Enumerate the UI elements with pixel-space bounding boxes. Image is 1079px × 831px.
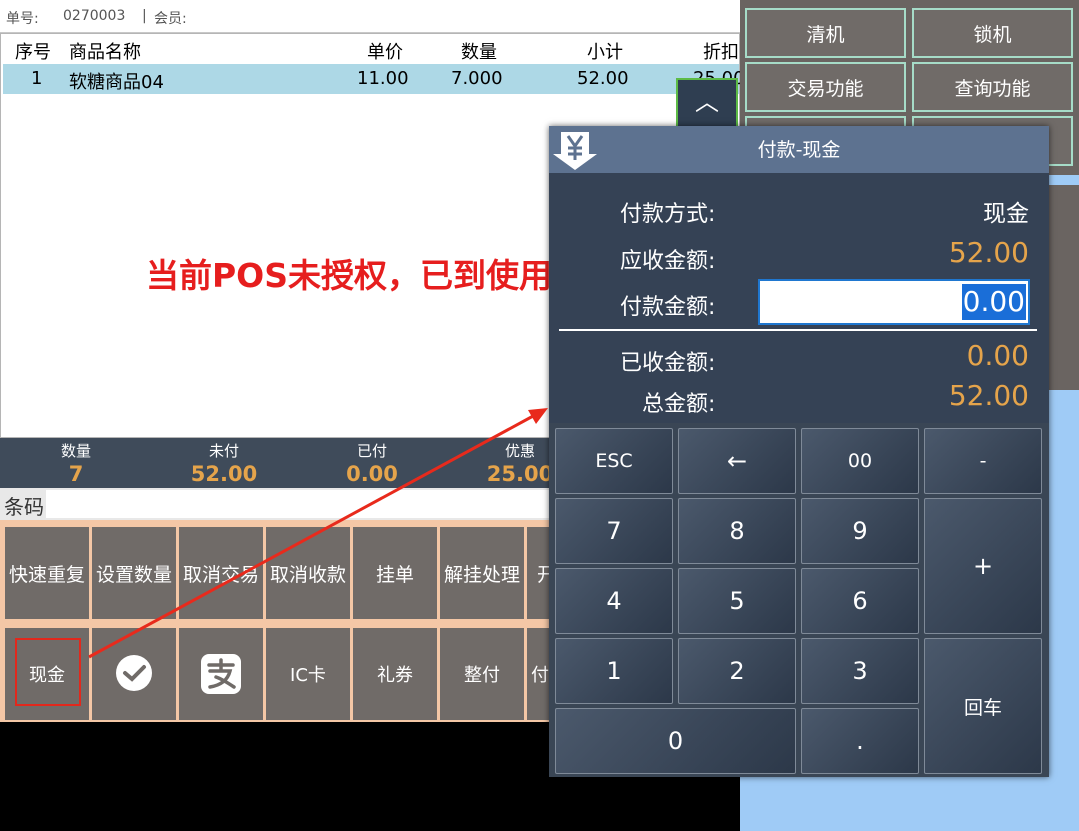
ic-card-button[interactable]: IC卡 [266, 628, 350, 720]
summary-paid: 已付 0.00 [322, 440, 422, 486]
summary-unpaid: 未付 52.00 [174, 440, 274, 486]
col-subtotal: 小计 [587, 42, 623, 63]
key-dot[interactable]: . [801, 708, 919, 774]
quick-repeat-button[interactable]: 快速重复 [5, 527, 89, 619]
key-esc[interactable]: ESC [555, 428, 673, 494]
alipay-icon [201, 654, 241, 694]
barcode-label: 条码 [4, 495, 44, 519]
partial-pay-button[interactable]: 付 [527, 628, 549, 720]
pay-amount-label: 付款金额: [620, 295, 716, 320]
right-side-strip [1048, 185, 1079, 390]
amount-due-value: 52.00 [948, 236, 1029, 269]
cell-name: 软糖商品04 [69, 72, 164, 93]
method-value: 现金 [983, 201, 1029, 227]
key-3[interactable]: 3 [801, 638, 919, 704]
transaction-functions-button[interactable]: 交易功能 [745, 62, 906, 112]
order-no-label: 单号: [6, 11, 39, 27]
order-info-bar: 单号: 0270003 | 会员: [0, 0, 740, 33]
table-header: 序号 商品名称 单价 数量 小计 折扣 [1, 34, 741, 64]
alipay-button[interactable] [179, 628, 263, 720]
cancel-transaction-button[interactable]: 取消交易 [179, 527, 263, 619]
key-6[interactable]: 6 [801, 568, 919, 634]
table-row[interactable]: 1 软糖商品04 11.00 7.000 52.00 25.00 [3, 64, 745, 94]
voucher-button[interactable]: 礼券 [353, 628, 437, 720]
col-price: 单价 [367, 42, 403, 63]
pay-amount-input[interactable]: 0.00 [758, 279, 1030, 325]
summary-paid-value: 0.00 [346, 462, 398, 486]
resume-order-button[interactable]: 解挂处理 [440, 527, 524, 619]
summary-qty: 数量 7 [26, 440, 126, 486]
key-double-zero[interactable]: 00 [801, 428, 919, 494]
license-warning: 当前POS未授权，已到使用 [146, 256, 553, 295]
dialog-divider [559, 329, 1037, 331]
full-pay-button[interactable]: 整付 [440, 628, 524, 720]
dialog-title-bar[interactable]: 付款-现金 [549, 126, 1049, 173]
lock-machine-button[interactable]: 锁机 [912, 8, 1073, 58]
member-label: 会员: [154, 11, 187, 27]
total-label: 总金额: [642, 392, 716, 417]
key-5[interactable]: 5 [678, 568, 796, 634]
summary-unpaid-label: 未付 [208, 442, 239, 460]
cancel-payment-button[interactable]: 取消收款 [266, 527, 350, 619]
dialog-title: 付款-现金 [757, 139, 841, 161]
key-1[interactable]: 1 [555, 638, 673, 704]
col-index: 序号 [15, 42, 51, 63]
summary-unpaid-value: 52.00 [190, 462, 258, 486]
summary-qty-label: 数量 [60, 442, 91, 460]
order-separator: | [142, 8, 147, 24]
hold-order-button[interactable]: 挂单 [353, 527, 437, 619]
numeric-keypad: ESC ← 00 - 7 8 9 + 4 5 6 1 2 3 回车 0 . [549, 423, 1049, 777]
cell-qty: 7.000 [451, 68, 503, 89]
set-quantity-button[interactable]: 设置数量 [92, 527, 176, 619]
key-0[interactable]: 0 [555, 708, 796, 774]
method-label: 付款方式: [620, 202, 716, 227]
clear-machine-button[interactable]: 清机 [745, 8, 906, 58]
scroll-up-button[interactable]: ︿ [676, 78, 738, 128]
key-2[interactable]: 2 [678, 638, 796, 704]
received-label: 已收金额: [620, 351, 716, 376]
summary-paid-label: 已付 [356, 442, 387, 460]
wechat-pay-button[interactable] [92, 628, 176, 720]
key-7[interactable]: 7 [555, 498, 673, 564]
query-functions-button[interactable]: 查询功能 [912, 62, 1073, 112]
col-name: 商品名称 [69, 42, 141, 63]
col-discount: 折扣 [703, 42, 739, 63]
payment-dialog: 付款-现金 付款方式: 现金 应收金额: 52.00 付款金额: 0.00 已收… [549, 126, 1049, 777]
cell-price: 11.00 [357, 68, 409, 89]
key-minus[interactable]: - [924, 428, 1042, 494]
wechat-pay-icon [116, 655, 152, 691]
amount-due-label: 应收金额: [620, 249, 716, 274]
partial-function-button[interactable]: 开 [527, 527, 549, 619]
summary-qty-value: 7 [68, 462, 84, 486]
order-no-value: 0270003 [63, 8, 126, 24]
key-enter[interactable]: 回车 [924, 638, 1042, 774]
key-plus[interactable]: + [924, 498, 1042, 634]
key-4[interactable]: 4 [555, 568, 673, 634]
received-value: 0.00 [966, 339, 1029, 372]
key-8[interactable]: 8 [678, 498, 796, 564]
total-value: 52.00 [948, 379, 1029, 412]
key-9[interactable]: 9 [801, 498, 919, 564]
col-qty: 数量 [461, 42, 497, 63]
key-backspace[interactable]: ← [678, 428, 796, 494]
yen-icon [553, 132, 597, 170]
pay-amount-value: 0.00 [961, 284, 1026, 320]
cash-highlight-box [15, 638, 81, 706]
cell-index: 1 [31, 68, 43, 89]
cell-subtotal: 52.00 [577, 68, 629, 89]
